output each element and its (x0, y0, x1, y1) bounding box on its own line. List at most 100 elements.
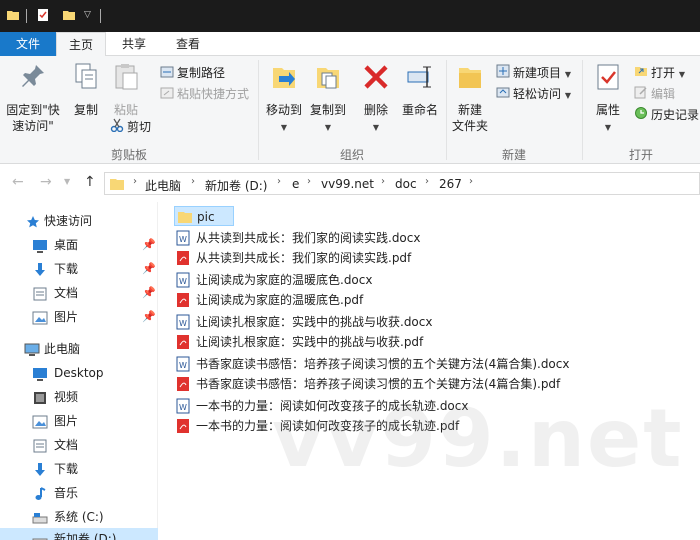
copy-path-button[interactable]: 复制路径 (160, 64, 225, 82)
copy-label: 复制 (73, 103, 98, 117)
nav-label: 此电脑 (44, 342, 81, 356)
tab-file[interactable]: 文件 (0, 32, 56, 56)
paste-button[interactable]: 粘贴 (106, 62, 146, 118)
pin-icon[interactable]: 📌 (142, 282, 156, 304)
folder-icon (6, 8, 20, 25)
open-button[interactable]: 打开 ▼ (634, 64, 685, 82)
nav-label: 系统 (C:) (54, 510, 104, 524)
nav-new-volume-d[interactable]: 新加卷 (D:) (0, 528, 158, 540)
new-folder-button[interactable]: 新建 文件夹 (450, 62, 490, 134)
scissors-icon (110, 118, 124, 137)
new-item-button[interactable]: 新建项目 ▼ (496, 64, 571, 82)
nav-pictures[interactable]: 图片 📌 (0, 306, 158, 328)
nav-videos[interactable]: 视频 (0, 386, 158, 408)
history-label: 历史记录 (651, 108, 700, 122)
copy-to-button[interactable]: 复制到 ▼ (306, 62, 350, 136)
nav-label: 下载 (54, 462, 79, 476)
ribbon-tabs: 文件 主页 共享 查看 (0, 32, 700, 57)
nav-music[interactable]: 音乐 (0, 482, 158, 504)
move-to-button[interactable]: 移动到 ▼ (262, 62, 306, 136)
pin-icon (4, 62, 62, 96)
svg-text:W: W (179, 361, 187, 370)
nav-label: Desktop (54, 366, 104, 380)
up-arrow-icon[interactable]: ↑ (84, 174, 96, 190)
title-bar: ▽ (0, 0, 700, 32)
nav-label: 图片 (54, 310, 79, 324)
easy-access-button[interactable]: 轻松访问 ▼ (496, 85, 571, 103)
pin-icon[interactable]: 📌 (142, 258, 156, 280)
nav-system-c[interactable]: 系统 (C:) (0, 506, 158, 528)
properties-label: 属性 (595, 103, 620, 117)
pin-label-line2: 速访问" (12, 119, 54, 133)
file-name: 从共读到共成长：我们家的阅读实践.docx (196, 231, 421, 245)
nav-documents[interactable]: 文档 📌 (0, 282, 158, 304)
nav-label: 桌面 (54, 238, 79, 252)
star-icon (26, 214, 40, 236)
download-arrow-icon (32, 462, 48, 484)
pdf-document-icon (176, 334, 190, 356)
move-to-caret-icon: ▼ (280, 123, 288, 132)
copy-path-label: 复制路径 (177, 66, 226, 80)
tab-share[interactable]: 共享 (112, 32, 156, 56)
breadcrumb-chevron-icon[interactable]: › (469, 176, 473, 187)
nav-downloads[interactable]: 下载 📌 (0, 258, 158, 280)
copy-button[interactable]: 复制 (66, 62, 106, 118)
paste-shortcut-button[interactable]: 粘贴快捷方式 (160, 85, 249, 103)
copy-to-icon (306, 62, 350, 96)
breadcrumb-chevron-icon[interactable]: › (133, 176, 137, 187)
history-button[interactable]: 历史记录 (634, 106, 699, 124)
pdf-document-icon (176, 250, 190, 272)
file-name: 书香家庭读书感悟：培养孩子阅读习惯的五个关键方法(4篇合集).docx (196, 357, 570, 371)
nav-quick-access[interactable]: 快速访问 (0, 210, 158, 232)
nav-label: 新加卷 (D:) (54, 532, 117, 540)
group-label-new: 新建 (501, 148, 526, 162)
tab-home[interactable]: 主页 (56, 32, 106, 57)
breadcrumb-doc[interactable]: doc (395, 177, 417, 191)
breadcrumb-chevron-icon[interactable]: › (277, 176, 281, 187)
properties-quick-icon[interactable] (36, 8, 50, 25)
watermark: vv99.net (272, 392, 684, 485)
customize-toolbar-chevron-icon[interactable]: ▽ (84, 10, 91, 20)
new-folder-label-line1: 新建 (457, 103, 482, 117)
breadcrumb-267[interactable]: 267 (439, 177, 462, 191)
address-bar[interactable]: › 此电脑 › 新加卷 (D:) › e › vv99.net › doc › … (104, 172, 700, 195)
videos-icon (32, 390, 48, 412)
new-folder-quick-icon[interactable] (62, 8, 76, 25)
pin-icon[interactable]: 📌 (142, 234, 156, 256)
edit-button[interactable]: 编辑 (634, 85, 675, 103)
back-arrow-icon[interactable]: ← (12, 174, 24, 190)
cut-button[interactable]: 剪切 (110, 118, 151, 136)
nav-pc-pictures[interactable]: 图片 (0, 410, 158, 432)
properties-button[interactable]: 属性 ▼ (588, 62, 628, 136)
properties-caret-icon: ▼ (604, 123, 612, 132)
breadcrumb-chevron-icon[interactable]: › (425, 176, 429, 187)
file-name: pic (197, 210, 215, 224)
navigation-pane: 快速访问 桌面 📌 下载 📌 文档 📌 图片 📌 此电脑 Desktop 视频 … (0, 202, 158, 540)
rename-button[interactable]: 重命名 (398, 62, 442, 118)
nav-pc-documents[interactable]: 文档 (0, 434, 158, 456)
edit-label: 编辑 (651, 87, 676, 101)
forward-arrow-icon[interactable]: → (40, 174, 52, 190)
group-label-clipboard: 剪贴板 (110, 148, 147, 162)
breadcrumb-chevron-icon[interactable]: › (191, 176, 195, 187)
recent-locations-chevron-icon[interactable]: ▼ (64, 177, 70, 186)
nav-desktop[interactable]: 桌面 📌 (0, 234, 158, 256)
nav-pc-desktop[interactable]: Desktop (0, 362, 158, 384)
breadcrumb-chevron-icon[interactable]: › (307, 176, 311, 187)
breadcrumb-this-pc[interactable]: 此电脑 (145, 177, 181, 194)
move-to-icon (262, 62, 306, 96)
new-folder-label-line2: 文件夹 (451, 119, 488, 133)
folder-icon (177, 209, 193, 230)
group-divider (582, 60, 583, 160)
nav-this-pc[interactable]: 此电脑 (0, 338, 158, 360)
breadcrumb-chevron-icon[interactable]: › (381, 176, 385, 187)
breadcrumb-e[interactable]: e (292, 177, 299, 191)
tab-view[interactable]: 查看 (166, 32, 210, 56)
delete-button[interactable]: 删除 ▼ (358, 62, 394, 136)
breadcrumb-vv99[interactable]: vv99.net (321, 177, 374, 191)
nav-pc-downloads[interactable]: 下载 (0, 458, 158, 480)
pin-to-quick-access-button[interactable]: 固定到"快 速访问" (4, 62, 62, 134)
file-row-folder-pic[interactable]: pic (174, 206, 234, 226)
breadcrumb-drive-d[interactable]: 新加卷 (D:) (205, 177, 267, 194)
pin-icon[interactable]: 📌 (142, 306, 156, 328)
